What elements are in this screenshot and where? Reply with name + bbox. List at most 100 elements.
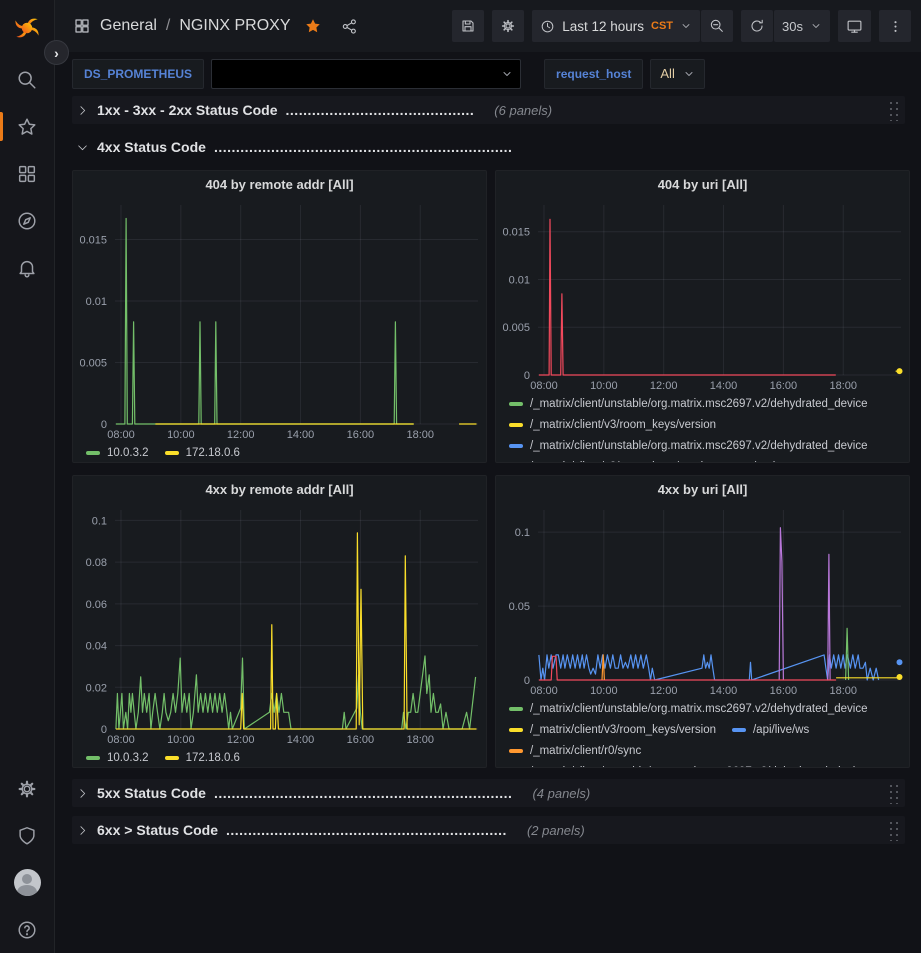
- svg-text:0.04: 0.04: [86, 641, 107, 653]
- share-button[interactable]: [341, 18, 358, 35]
- panel-legend: 10.0.3.2 172.18.0.6: [73, 747, 486, 768]
- svg-text:0: 0: [524, 370, 530, 382]
- sidebar-item-dashboards[interactable]: [0, 150, 55, 197]
- monitor-icon: [846, 18, 863, 35]
- variable-request-host-value-dropdown[interactable]: All: [650, 59, 704, 89]
- sidebar-item-profile[interactable]: [0, 859, 55, 906]
- row-drag-handle[interactable]: [887, 782, 899, 804]
- panel-title[interactable]: 404 by uri [All]: [496, 171, 909, 197]
- legend-item[interactable]: /_matrix/client/r0/sync: [509, 740, 641, 761]
- svg-text:0.1: 0.1: [515, 527, 530, 539]
- legend-label: 10.0.3.2: [107, 447, 149, 459]
- svg-text:18:00: 18:00: [829, 380, 857, 392]
- panel-legend: /_matrix/client/unstable/org.matrix.msc2…: [496, 698, 909, 768]
- breadcrumb-section[interactable]: General: [100, 17, 157, 35]
- sidebar-item-server-admin[interactable]: [0, 812, 55, 859]
- legend-swatch: [509, 728, 523, 732]
- legend-label: /_matrix/client/unstable/org.matrix.msc2…: [530, 440, 868, 452]
- sidebar-item-search[interactable]: [0, 56, 55, 103]
- svg-text:0.02: 0.02: [86, 682, 107, 694]
- chart-canvas[interactable]: 00.0050.010.01508:0010:0012:0014:0016:00…: [496, 197, 909, 393]
- panel-404-by-remote-addr: 404 by remote addr [All] 00.0050.010.015…: [72, 170, 487, 463]
- favorite-star-button[interactable]: [304, 17, 322, 35]
- legend-item[interactable]: 172.18.0.6: [165, 747, 240, 768]
- legend-item[interactable]: /_matrix/client/unstable/org.matrix.msc2…: [509, 393, 868, 414]
- svg-text:12:00: 12:00: [227, 429, 255, 441]
- legend-item[interactable]: /_matrix/client/unstable/org.matrix.msc2…: [509, 435, 868, 456]
- variable-ds-prometheus-value-dropdown[interactable]: [211, 59, 521, 89]
- row-drag-handle[interactable]: [887, 819, 899, 841]
- variable-ds-prometheus[interactable]: DS_PROMETHEUS: [72, 59, 204, 89]
- svg-text:10:00: 10:00: [590, 685, 618, 697]
- legend-swatch: [509, 707, 523, 711]
- breadcrumb-dashboard-title[interactable]: NGINX PROXY: [179, 17, 290, 35]
- refresh-interval-picker[interactable]: 30s: [774, 10, 830, 42]
- legend-item[interactable]: /sw.js: [732, 456, 781, 463]
- sidebar-item-alerting[interactable]: [0, 244, 55, 291]
- svg-text:14:00: 14:00: [287, 734, 315, 746]
- row-6xx[interactable]: 6xx > Status Code ......................…: [72, 816, 905, 844]
- refresh-button[interactable]: [741, 10, 773, 42]
- cycle-view-mode-button[interactable]: [838, 10, 871, 42]
- legend-swatch: [509, 423, 523, 427]
- chart-canvas[interactable]: 00.050.108:0010:0012:0014:0016:0018:00: [496, 502, 909, 698]
- row-drag-handle[interactable]: [887, 99, 899, 121]
- legend-item[interactable]: /_matrix/client/unstable/org.matrix.msc2…: [509, 698, 868, 719]
- chevron-down-icon: [810, 20, 822, 32]
- legend-item[interactable]: 172.18.0.6: [165, 442, 240, 463]
- legend-swatch: [165, 451, 179, 455]
- sidebar-expand-button[interactable]: ›: [44, 40, 69, 65]
- row-1xx-3xx-2xx[interactable]: 1xx - 3xx - 2xx Status Code ............…: [72, 96, 905, 124]
- chart-canvas[interactable]: 00.020.040.060.080.108:0010:0012:0014:00…: [73, 502, 486, 747]
- panel-title[interactable]: 404 by remote addr [All]: [73, 171, 486, 197]
- legend-item[interactable]: 10.0.3.2: [86, 747, 149, 768]
- panel-title[interactable]: 4xx by uri [All]: [496, 476, 909, 502]
- chevron-down-icon: [683, 68, 695, 80]
- panel-legend: 10.0.3.2 172.18.0.6: [73, 442, 486, 463]
- sidebar-item-starred[interactable]: [0, 103, 55, 150]
- svg-text:18:00: 18:00: [406, 734, 434, 746]
- svg-text:0.005: 0.005: [79, 357, 107, 369]
- help-icon: [16, 919, 38, 941]
- svg-text:0: 0: [101, 724, 107, 736]
- more-options-button[interactable]: [879, 10, 911, 42]
- row-title-leader: ........................................…: [214, 785, 513, 801]
- legend-item[interactable]: /_matrix/client/v3/room_keys/version: [509, 456, 716, 463]
- bell-icon: [16, 257, 38, 279]
- legend-item[interactable]: /api/live/ws: [732, 719, 809, 740]
- refresh-icon: [749, 18, 765, 34]
- gear-icon: [500, 18, 516, 34]
- row-4xx[interactable]: 4xx Status Code ........................…: [72, 133, 905, 161]
- legend-label: /_matrix/client/unstable/org.matrix.msc2…: [530, 398, 868, 410]
- legend-swatch: [165, 756, 179, 760]
- shield-icon: [16, 825, 38, 847]
- legend-item[interactable]: 10.0.3.2: [86, 442, 149, 463]
- variables-submenu: DS_PROMETHEUS request_host All: [55, 52, 921, 95]
- save-dashboard-button[interactable]: [452, 10, 484, 42]
- row-5xx[interactable]: 5xx Status Code ........................…: [72, 779, 905, 807]
- compass-icon: [16, 210, 38, 232]
- row-panel-count: (2 panels): [527, 823, 585, 838]
- svg-text:0.005: 0.005: [502, 322, 530, 334]
- timezone-label: CST: [651, 20, 673, 32]
- legend-swatch: [509, 444, 523, 448]
- legend-swatch: [732, 728, 746, 732]
- sidebar-item-configuration[interactable]: [0, 765, 55, 812]
- svg-text:0.015: 0.015: [502, 227, 530, 239]
- svg-text:0.015: 0.015: [79, 234, 107, 246]
- svg-text:0.06: 0.06: [86, 599, 107, 611]
- time-range-picker[interactable]: Last 12 hours CST: [532, 10, 700, 42]
- sidebar: [0, 0, 55, 953]
- sidebar-item-explore[interactable]: [0, 197, 55, 244]
- sidebar-item-help[interactable]: [0, 906, 55, 953]
- panel-title[interactable]: 4xx by remote addr [All]: [73, 476, 486, 502]
- legend-item[interactable]: /_matrix/client/v3/room_keys/version: [509, 719, 716, 740]
- legend-item[interactable]: /_matrix/client/unstable/org.matrix.msc2…: [509, 761, 868, 768]
- dashboard-settings-button[interactable]: [492, 10, 524, 42]
- legend-item[interactable]: /_matrix/client/v3/room_keys/version: [509, 414, 716, 435]
- chart-canvas[interactable]: 00.0050.010.01508:0010:0012:0014:0016:00…: [73, 197, 486, 442]
- variable-request-host[interactable]: request_host: [544, 59, 643, 89]
- svg-text:0.05: 0.05: [509, 601, 530, 613]
- zoom-out-time-button[interactable]: [701, 10, 733, 42]
- legend-label: /_matrix/client/r0/sync: [530, 745, 641, 757]
